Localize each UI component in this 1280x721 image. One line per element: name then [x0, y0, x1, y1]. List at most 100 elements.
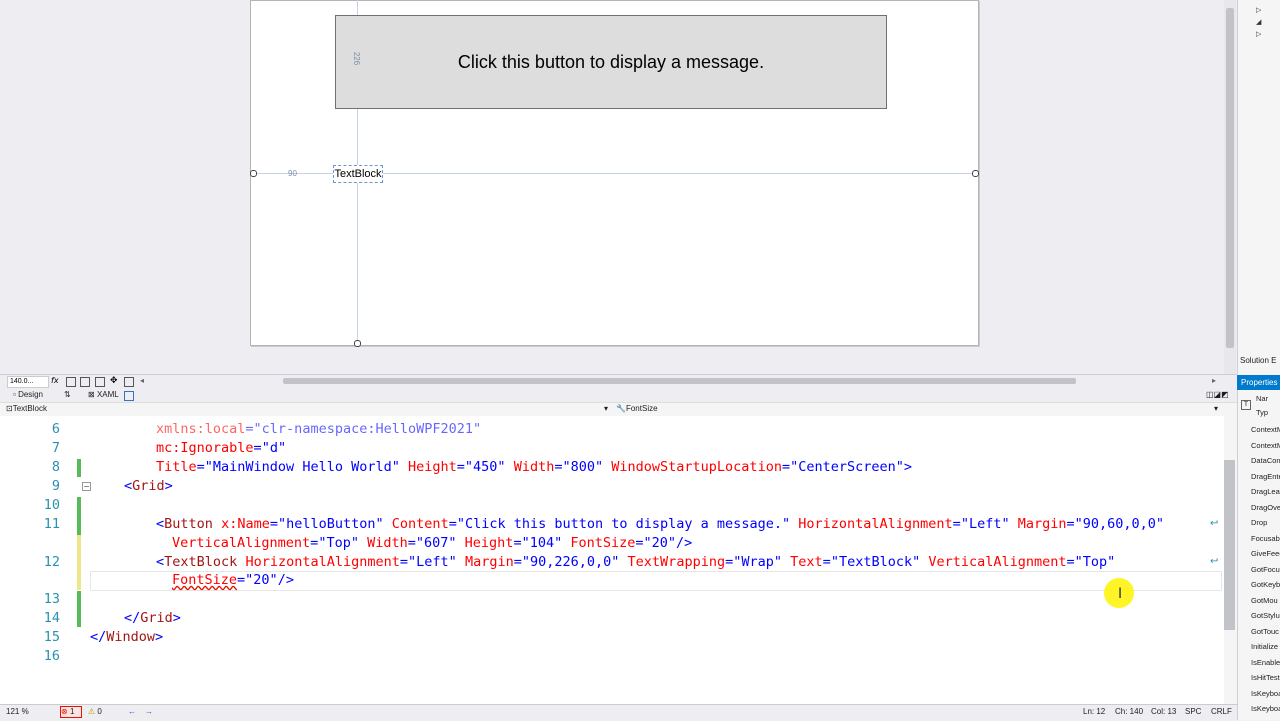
event-item[interactable]: GotTouc [1251, 627, 1280, 636]
designer-horizontal-scroll-thumb[interactable] [283, 378, 1076, 384]
element-scope-dropdown[interactable]: ⊡TextBlock ▾ [6, 404, 611, 414]
event-item[interactable]: DataCon [1251, 456, 1280, 465]
properties-title: Properties [1237, 375, 1280, 390]
event-item[interactable]: GotKeyb [1251, 580, 1280, 589]
properties-panel[interactable]: T Nar Typ ContextM ContextM DataCon DragEnt… [1237, 390, 1280, 720]
code-line-12-wrapped[interactable]: FontSize="20"/> [172, 572, 294, 588]
editor-vertical-scrollbar[interactable] [1224, 416, 1237, 704]
member-label: FontSize [625, 404, 658, 413]
token: "Top" [318, 535, 359, 551]
token: Height [408, 459, 457, 475]
token: Width [367, 535, 408, 551]
preview-hello-button[interactable]: Click this button to display a message. [335, 15, 887, 109]
solution-explorer-tab[interactable]: Solution E [1240, 356, 1276, 365]
line-ending-indicator[interactable]: CRLF [1211, 707, 1232, 716]
fx-button[interactable]: fx [51, 376, 59, 385]
preview-textblock[interactable]: TextBlock [333, 165, 383, 183]
snap-grid-icon[interactable] [80, 377, 90, 387]
token: = [513, 535, 522, 551]
line-number: 16 [43, 648, 60, 664]
token: Text [790, 554, 823, 570]
margin-top-label: 226 [352, 51, 362, 66]
event-item[interactable]: DragEnte [1251, 472, 1280, 481]
token: "Wrap" [733, 554, 783, 570]
change-marker-saved [77, 591, 81, 627]
designer-scroll-thumb[interactable] [1226, 8, 1234, 348]
tab-design[interactable]: ▫ Design [13, 390, 43, 399]
grid-toggle-icon[interactable] [66, 377, 76, 387]
code-line-11-wrapped[interactable]: VerticalAlignment="Top" Width="607" Heig… [172, 535, 692, 551]
event-item[interactable]: ContextM [1251, 425, 1280, 434]
event-item[interactable]: IsHitTest [1251, 673, 1280, 682]
scroll-right-icon[interactable]: ▸ [1212, 376, 1216, 385]
event-item[interactable]: IsKeyboa [1251, 689, 1280, 698]
event-item[interactable]: GotFocu [1251, 565, 1280, 574]
code-line-12[interactable]: <TextBlock HorizontalAlignment="Left" Ma… [156, 554, 1115, 570]
scroll-left-icon[interactable]: ◂ [140, 376, 144, 385]
resize-handle-left[interactable] [250, 170, 257, 177]
token: = [399, 554, 409, 570]
resize-handle-bottom[interactable] [354, 340, 361, 347]
code-line-6[interactable]: xmlns:local="clr-namespace:HelloWPF2021" [156, 421, 481, 437]
popout-xaml-icon[interactable] [124, 391, 134, 401]
event-item[interactable]: DragLeav [1251, 487, 1280, 496]
token: "104" [521, 535, 563, 551]
code-line-11[interactable]: <Button x:Name="helloButton" Content="Cl… [156, 516, 1164, 532]
code-line-15[interactable]: </Window> [90, 629, 163, 645]
zoom-dropdown[interactable]: 140.0... [7, 376, 49, 388]
navigate-back-icon[interactable]: ← [128, 707, 136, 716]
token: HorizontalAlignment [245, 554, 400, 570]
event-item[interactable]: GotMou [1251, 596, 1280, 605]
event-item[interactable]: IsEnable [1251, 658, 1280, 667]
swap-panes-button[interactable]: ⇅ [64, 390, 71, 399]
editor-scroll-thumb[interactable] [1224, 460, 1235, 630]
token: VerticalAlignment [928, 554, 1067, 570]
resize-handle-right[interactable] [972, 170, 979, 177]
code-line-9[interactable]: <Grid> [124, 478, 173, 494]
event-item[interactable]: GotStylu [1251, 611, 1280, 620]
token: = [237, 572, 246, 588]
error-count[interactable]: ⊗ 1 [60, 706, 82, 718]
element-icon: ⊡ [6, 404, 13, 413]
warning-icon: ⚠ [88, 707, 96, 716]
ibeam-cursor-icon: I [1118, 586, 1123, 602]
line-number: 7 [51, 440, 60, 456]
split-vertical-icon[interactable]: ◫◪◩ [1206, 390, 1229, 399]
token: = [1066, 554, 1075, 570]
token: "20" [245, 572, 278, 588]
tree-expand-icon[interactable]: ▷ [1256, 6, 1261, 14]
code-line-7[interactable]: mc:Ignorable="d" [156, 440, 286, 456]
tree-expand-icon[interactable]: ◢ [1256, 18, 1261, 26]
code-line-14[interactable]: </Grid> [124, 610, 181, 626]
tab-design-label: Design [18, 390, 43, 399]
collapse-grid-icon[interactable]: − [82, 482, 91, 491]
navigate-forward-icon[interactable]: → [145, 707, 153, 716]
token: "450" [464, 459, 506, 475]
token: TextWrapping [627, 554, 726, 570]
event-item[interactable]: Drop [1251, 518, 1280, 527]
event-item[interactable]: GiveFeed [1251, 549, 1280, 558]
token: "TextBlock" [830, 554, 921, 570]
change-marker-saved [77, 459, 81, 477]
editor-zoom-dropdown[interactable]: 121 % [6, 707, 29, 716]
device-preview-icon[interactable] [124, 377, 134, 387]
event-item[interactable]: Initialize [1251, 642, 1280, 651]
token: Grid [140, 610, 173, 626]
token: = [635, 535, 644, 551]
tree-expand-icon[interactable]: ▷ [1256, 30, 1261, 38]
artboard-icon[interactable]: ✥ [110, 376, 118, 386]
property-type-label: Typ [1256, 408, 1269, 417]
solution-explorer-panel[interactable]: ▷ ◢ ▷ [1237, 0, 1280, 374]
event-item[interactable]: Focusab [1251, 534, 1280, 543]
code-line-8[interactable]: Title="MainWindow Hello World" Height="4… [156, 459, 912, 475]
snap-lines-icon[interactable] [95, 377, 105, 387]
token: = [952, 516, 961, 532]
event-item[interactable]: ContextM [1251, 441, 1280, 450]
whitespace-indicator[interactable]: SPC [1185, 707, 1201, 716]
warning-count[interactable]: ⚠ 0 [88, 707, 102, 716]
event-item[interactable]: DragOve [1251, 503, 1280, 512]
event-item[interactable]: IsKeyboa [1251, 704, 1280, 713]
tab-xaml[interactable]: ⊠ XAML [88, 390, 119, 399]
margin-left-label: 90 [288, 169, 297, 178]
member-dropdown[interactable]: 🔧FontSize ▾ [616, 404, 1218, 414]
